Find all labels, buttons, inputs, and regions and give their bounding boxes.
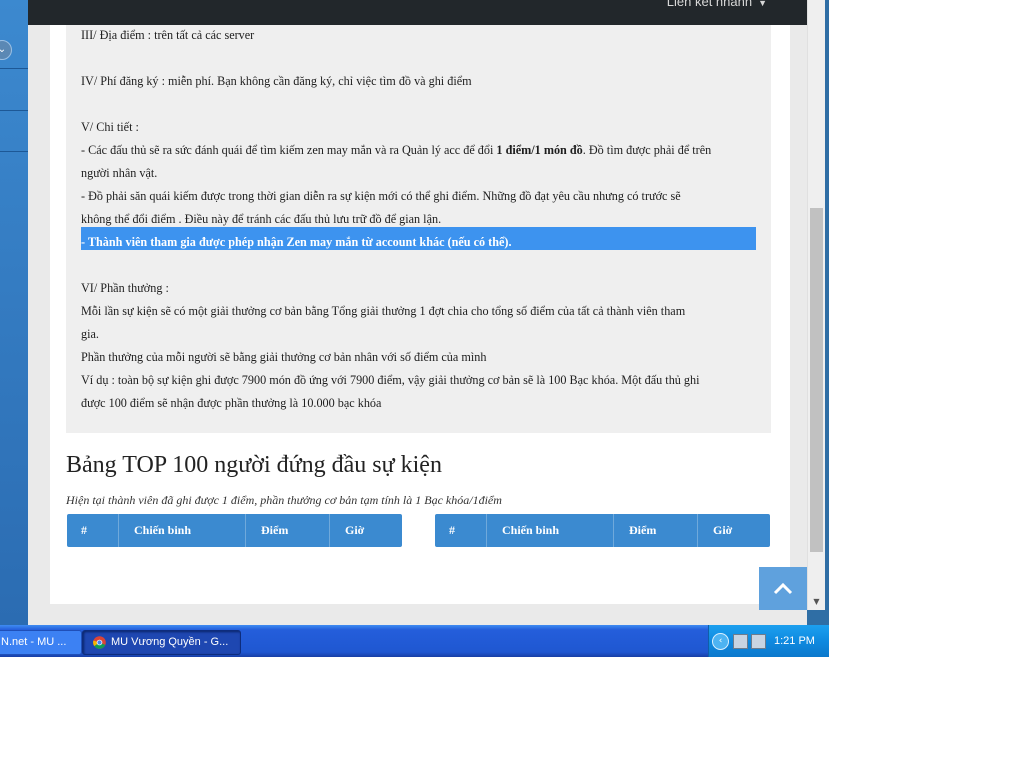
col-rank: #	[449, 523, 455, 537]
network-icon[interactable]	[733, 634, 748, 649]
left-sidebar-strip: ⌄	[0, 0, 28, 625]
rule-details-heading: V/ Chi tiết :	[81, 120, 139, 134]
rule-reward-3a: Ví dụ : toàn bộ sự kiện ghi được 7900 mó…	[81, 373, 700, 387]
taskbar-button-label: N.net - MU ...	[1, 636, 67, 648]
scrollbar-thumb[interactable]	[810, 208, 823, 552]
vertical-scrollbar[interactable]: ▼	[807, 0, 825, 610]
chrome-icon	[93, 636, 106, 649]
volume-icon[interactable]	[751, 634, 766, 649]
top100-subtitle: Hiện tại thành viên đã ghi được 1 điểm, …	[66, 493, 502, 507]
strip-divider	[0, 68, 28, 69]
col-warrior: Chiến binh	[134, 523, 192, 537]
col-rank: #	[81, 523, 87, 537]
strip-divider	[0, 110, 28, 111]
quick-links-menu[interactable]: Liên kết nhanh ▼	[667, 0, 767, 9]
col-time: Giờ	[713, 523, 733, 537]
taskbar-button-chrome[interactable]: MU Vương Quyền - G...	[82, 630, 241, 655]
col-warrior: Chiến binh	[502, 523, 560, 537]
rule-reward-heading: VI/ Phần thưởng :	[81, 281, 169, 295]
taskbar-button-label: MU Vương Quyền - G...	[111, 636, 229, 648]
rule-details-1a: - Các đấu thủ sẽ ra sức đánh quái để tìm…	[81, 143, 497, 157]
chevron-up-icon	[773, 582, 793, 595]
caret-down-icon: ▼	[758, 0, 767, 8]
column-divider	[697, 514, 698, 547]
column-divider	[613, 514, 614, 547]
scroll-down-arrow-icon[interactable]: ▼	[808, 595, 825, 609]
rule-reward-1a: Mỗi lần sự kiện sẽ có một giải thưởng cơ…	[81, 304, 686, 318]
top100-table-left-header: # Chiến binh Điểm Giờ	[67, 514, 402, 547]
tray-expand-icon[interactable]: ‹	[712, 633, 729, 650]
top100-table-right-header: # Chiến binh Điểm Giờ	[435, 514, 770, 547]
rule-reward-2: Phần thưởng của mỗi người sẽ bằng giải t…	[81, 350, 487, 364]
column-divider	[245, 514, 246, 547]
column-divider	[486, 514, 487, 547]
rule-details-1b: 1 điểm/1 món đồ	[496, 143, 583, 157]
system-tray: ‹ 1:21 PM	[708, 625, 829, 657]
rule-details-3-text: - Thành viên tham gia được phép nhận Zen…	[81, 235, 512, 249]
browser-screen: ⌄ Liên kết nhanh ▼ III/ Địa điểm : trên t…	[0, 0, 829, 657]
taskbar-button-mu-net[interactable]: N.net - MU ...	[0, 630, 82, 655]
rule-details-3: - Thành viên tham gia được phép nhận Zen…	[81, 235, 512, 250]
chevron-down-icon[interactable]: ⌄	[0, 40, 12, 60]
col-time: Giờ	[345, 523, 365, 537]
col-score: Điểm	[261, 523, 289, 537]
quick-links-label: Liên kết nhanh	[666, 0, 753, 9]
rule-location: III/ Địa điểm : trên tất cả các server	[81, 28, 255, 42]
rule-details-1c: . Đồ tìm được phải để trên	[582, 143, 712, 157]
rule-details-2b: không thể đổi điểm . Điều này để tránh c…	[81, 212, 442, 226]
top100-title: Bảng TOP 100 người đứng đầu sự kiện	[66, 452, 442, 478]
rule-details-1: - Các đấu thủ sẽ ra sức đánh quái để tìm…	[81, 143, 711, 158]
rule-details-2a: - Đồ phải săn quái kiếm được trong thời …	[81, 189, 681, 203]
top-navbar: Liên kết nhanh ▼	[28, 0, 807, 25]
clock: 1:21 PM	[774, 635, 815, 647]
back-to-top-button[interactable]	[759, 567, 807, 610]
rule-reward-1b: gia.	[81, 327, 99, 341]
rule-reward-3b: được 100 điểm sẽ nhận được phần thưởng l…	[81, 396, 382, 410]
strip-divider	[0, 151, 28, 152]
rule-details-1d: người nhân vật.	[81, 166, 158, 180]
col-score: Điểm	[629, 523, 657, 537]
rule-fee: IV/ Phí đăng ký : miễn phí. Bạn không cầ…	[81, 74, 472, 88]
column-divider	[329, 514, 330, 547]
column-divider	[118, 514, 119, 547]
windows-taskbar: N.net - MU ... MU Vương Quyền - G... ‹ 1…	[0, 625, 829, 657]
